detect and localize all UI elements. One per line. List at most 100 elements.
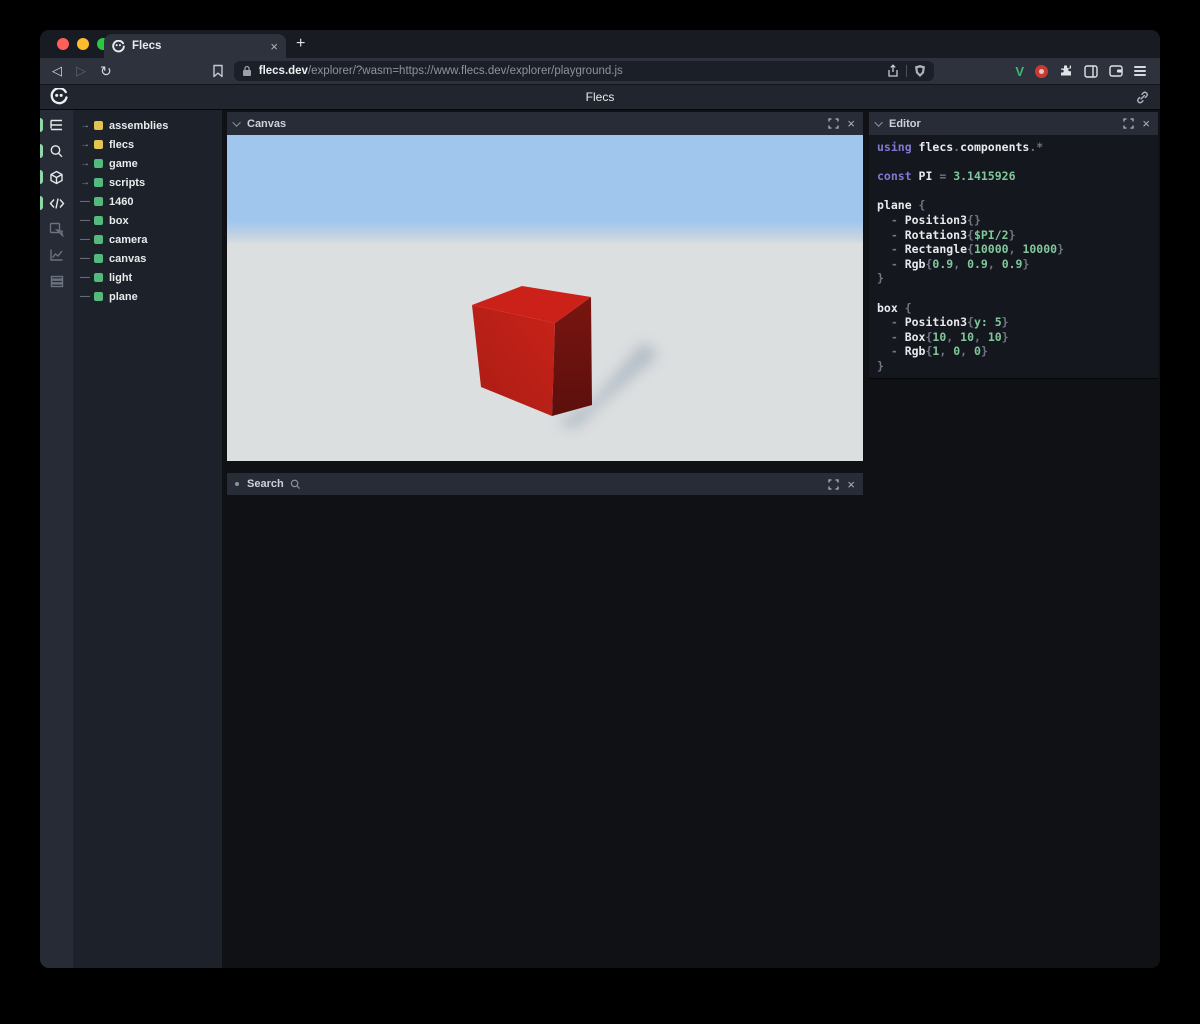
- search-panel-header[interactable]: Search ×: [227, 473, 863, 495]
- fullscreen-icon[interactable]: [828, 479, 839, 490]
- new-tab-button[interactable]: +: [296, 35, 305, 53]
- red-extension-icon[interactable]: [1035, 65, 1048, 78]
- browser-window: Flecs × + ◁ ▷ ↻ flecs.dev /explorer/?was…: [40, 30, 1160, 968]
- code-line: - Position3{y: 5}: [877, 315, 1150, 330]
- entity-square-icon: [94, 254, 103, 263]
- url-bar[interactable]: flecs.dev /explorer/?wasm=https://www.fl…: [234, 61, 934, 81]
- code-line: - Rgb{0.9, 0.9, 0.9}: [877, 257, 1150, 272]
- tree-item-label: assemblies: [109, 120, 168, 132]
- tree-item-box[interactable]: — box: [73, 211, 222, 230]
- fullscreen-icon[interactable]: [1123, 118, 1134, 129]
- tree-item-plane[interactable]: — plane: [73, 287, 222, 306]
- main-area: Canvas ×: [222, 110, 1160, 968]
- reload-button[interactable]: ↻: [100, 63, 112, 80]
- bookmark-icon[interactable]: [212, 64, 224, 78]
- url-path: /explorer/?wasm=https://www.flecs.dev/ex…: [308, 65, 887, 77]
- entity-square-icon: [94, 273, 103, 282]
- flecs-logo-icon: [112, 40, 125, 53]
- close-icon[interactable]: ×: [847, 478, 855, 491]
- leaf-dash-icon: —: [80, 253, 94, 264]
- close-icon[interactable]: ×: [847, 117, 855, 130]
- editor-panel: Editor × using flecs.components.*const P…: [869, 112, 1158, 379]
- back-button[interactable]: ◁: [52, 63, 62, 79]
- code-line: - Position3{}: [877, 213, 1150, 228]
- forward-button[interactable]: ▷: [76, 63, 86, 79]
- tree-item-light[interactable]: —light: [73, 268, 222, 287]
- search-panel-title: Search: [247, 478, 284, 490]
- extensions-area: V: [1015, 64, 1148, 79]
- close-icon[interactable]: ×: [1142, 117, 1150, 130]
- tree-icon[interactable]: [40, 117, 73, 133]
- url-domain: flecs.dev: [259, 65, 308, 77]
- expand-arrow-icon[interactable]: →: [80, 139, 94, 150]
- inspect-icon[interactable]: [40, 221, 73, 237]
- canvas-panel-title: Canvas: [247, 118, 822, 130]
- code-line: plane {: [877, 198, 1150, 213]
- tree-item-game[interactable]: → game: [73, 154, 222, 173]
- expand-arrow-icon[interactable]: →: [80, 177, 94, 188]
- tree-item-flecs[interactable]: → flecs: [73, 135, 222, 154]
- entity-square-icon: [94, 178, 103, 187]
- leaf-dash-icon: —: [80, 196, 94, 207]
- code-line: }: [877, 359, 1150, 374]
- tree-item-1460[interactable]: —1460: [73, 192, 222, 211]
- wallet-icon[interactable]: [1109, 65, 1123, 77]
- entity-square-icon: [94, 235, 103, 244]
- rows-icon[interactable]: [40, 273, 73, 289]
- cube-icon[interactable]: [40, 169, 73, 185]
- leaf-dash-icon: —: [80, 215, 94, 226]
- module-square-icon: [94, 140, 103, 149]
- sky: [227, 135, 863, 245]
- extensions-puzzle-icon[interactable]: [1059, 64, 1073, 78]
- tree-item-label: box: [109, 215, 129, 227]
- tree-item-label: game: [109, 158, 138, 170]
- tree-item-scripts[interactable]: → scripts: [73, 173, 222, 192]
- canvas-3d-scene[interactable]: [227, 135, 863, 461]
- entity-square-icon: [94, 159, 103, 168]
- tree-item-label: plane: [109, 291, 138, 303]
- code-line: - Box{10, 10, 10}: [877, 330, 1150, 345]
- code-icon[interactable]: [40, 195, 73, 211]
- close-window-button[interactable]: [57, 38, 69, 50]
- brave-shield-icon[interactable]: [914, 64, 926, 78]
- icon-sidebar: [40, 110, 73, 968]
- code-line: - Rgb{1, 0, 0}: [877, 344, 1150, 359]
- code-line: [877, 286, 1150, 301]
- tree-item-label: scripts: [109, 177, 145, 189]
- window-controls: [57, 38, 109, 50]
- tree-item-camera[interactable]: —camera: [73, 230, 222, 249]
- canvas-panel: Canvas ×: [227, 112, 863, 461]
- app-header: Flecs: [40, 84, 1160, 110]
- expand-arrow-icon[interactable]: →: [80, 120, 94, 131]
- code-line: - Rotation3{$PI/2}: [877, 228, 1150, 243]
- code-editor[interactable]: using flecs.components.*const PI = 3.141…: [869, 135, 1158, 378]
- entity-square-icon: [94, 216, 103, 225]
- tree-item-label: light: [109, 272, 132, 284]
- content-area: →assemblies→flecs→game→scripts—1460—box—…: [40, 110, 1160, 968]
- leaf-dash-icon: —: [80, 291, 94, 302]
- share-icon[interactable]: [887, 64, 899, 78]
- chart-icon[interactable]: [40, 247, 73, 263]
- tree-item-label: flecs: [109, 139, 134, 151]
- minimize-window-button[interactable]: [77, 38, 89, 50]
- editor-panel-title: Editor: [889, 118, 1117, 130]
- code-line: using flecs.components.*: [877, 140, 1150, 155]
- module-square-icon: [94, 121, 103, 130]
- expand-arrow-icon[interactable]: →: [80, 158, 94, 169]
- search-icon[interactable]: [40, 143, 73, 159]
- entity-square-icon: [94, 197, 103, 206]
- chevron-down-icon[interactable]: [874, 118, 882, 126]
- tab-bar: Flecs × +: [40, 30, 1160, 58]
- tree-item-canvas[interactable]: —canvas: [73, 249, 222, 268]
- tab-flecs[interactable]: Flecs ×: [104, 34, 286, 58]
- chevron-down-icon[interactable]: [232, 118, 240, 126]
- menu-icon[interactable]: [1134, 66, 1146, 76]
- entity-tree-panel: →assemblies→flecs→game→scripts—1460—box—…: [73, 110, 222, 968]
- sidebar-toggle-icon[interactable]: [1084, 65, 1098, 78]
- code-line: }: [877, 271, 1150, 286]
- code-line: box {: [877, 301, 1150, 316]
- vimium-extension-icon[interactable]: V: [1015, 64, 1024, 79]
- fullscreen-icon[interactable]: [828, 118, 839, 129]
- tab-close-icon[interactable]: ×: [270, 39, 278, 54]
- tree-item-assemblies[interactable]: → assemblies: [73, 116, 222, 135]
